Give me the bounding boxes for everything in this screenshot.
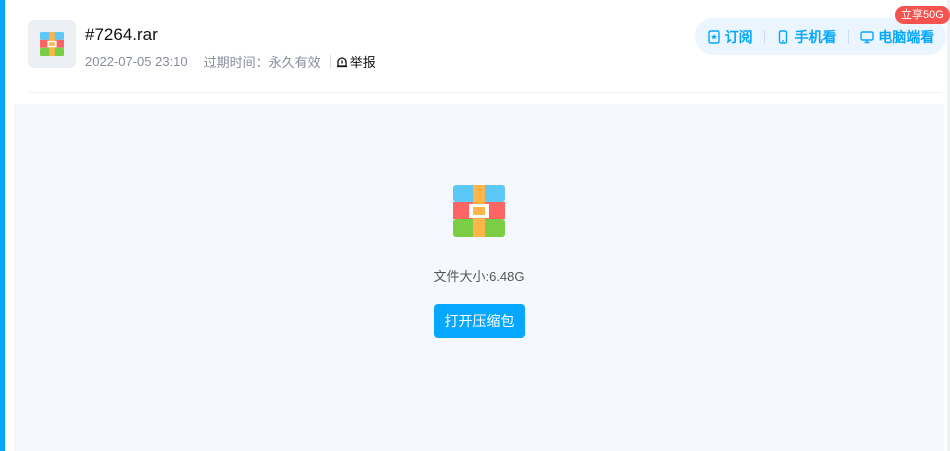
action-separator — [764, 29, 766, 44]
phone-icon — [779, 29, 788, 44]
desktop-view-button[interactable]: 电脑端看 — [860, 27, 934, 47]
file-size: 文件大小:6.48G — [14, 266, 944, 285]
mobile-view-button[interactable]: 手机看 — [776, 27, 836, 47]
file-thumbnail — [28, 20, 76, 68]
open-archive-button[interactable]: 打开压缩包 — [434, 304, 525, 338]
upload-date: 2022-07-05 23:10 — [85, 54, 188, 69]
bookmark-icon — [707, 29, 720, 44]
desktop-view-label: 电脑端看 — [878, 28, 935, 45]
mobile-view-label: 手机看 — [794, 28, 837, 45]
report-link[interactable]: 举报 — [336, 52, 376, 71]
file-size-value: 6.48G — [489, 269, 525, 284]
left-accent-bar — [0, 0, 5, 451]
subscribe-button[interactable]: 订阅 — [707, 27, 753, 47]
preview-panel: 文件大小:6.48G 打开压缩包 — [14, 104, 944, 451]
file-header: #7264.rar 2022-07-05 23:10 过期时间： 永久有效 举报… — [28, 6, 950, 80]
meta-separator — [329, 55, 331, 68]
expire-label: 过期时间： — [203, 55, 269, 70]
archive-icon — [453, 185, 505, 237]
promo-badge[interactable]: 立享50G — [895, 6, 950, 24]
file-name: #7264.rar — [85, 25, 158, 44]
action-separator — [847, 29, 849, 44]
report-label: 举报 — [349, 55, 376, 70]
expire-value: 永久有效 — [268, 55, 321, 70]
file-meta: 2022-07-05 23:10 过期时间： 永久有效 举报 — [85, 52, 376, 71]
archive-icon — [40, 32, 64, 56]
monitor-icon — [860, 30, 874, 43]
file-size-label: 文件大小: — [433, 269, 490, 284]
subscribe-label: 订阅 — [724, 28, 753, 45]
header-divider — [28, 92, 942, 93]
report-icon — [336, 56, 347, 67]
